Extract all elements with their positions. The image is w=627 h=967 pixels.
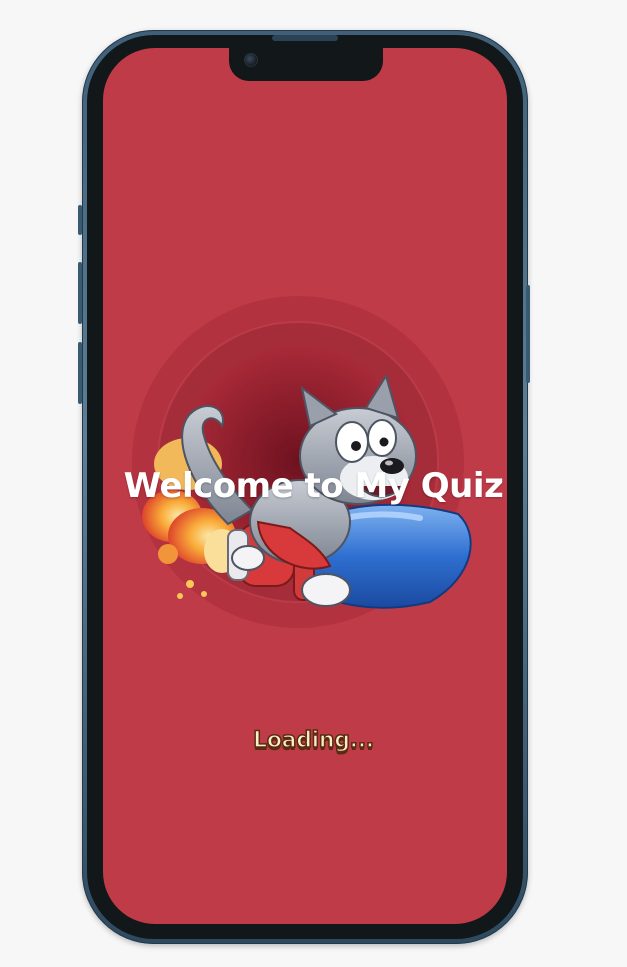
phone-power-button [526, 285, 530, 383]
loading-label: Loading... [252, 727, 375, 754]
phone-volume-up-button [78, 262, 82, 324]
welcome-title: Welcome to My Quiz [123, 466, 504, 506]
phone-silent-switch [78, 205, 82, 235]
earpiece-speaker [272, 35, 338, 41]
phone-volume-down-button [78, 342, 82, 404]
front-camera-icon [244, 53, 258, 67]
